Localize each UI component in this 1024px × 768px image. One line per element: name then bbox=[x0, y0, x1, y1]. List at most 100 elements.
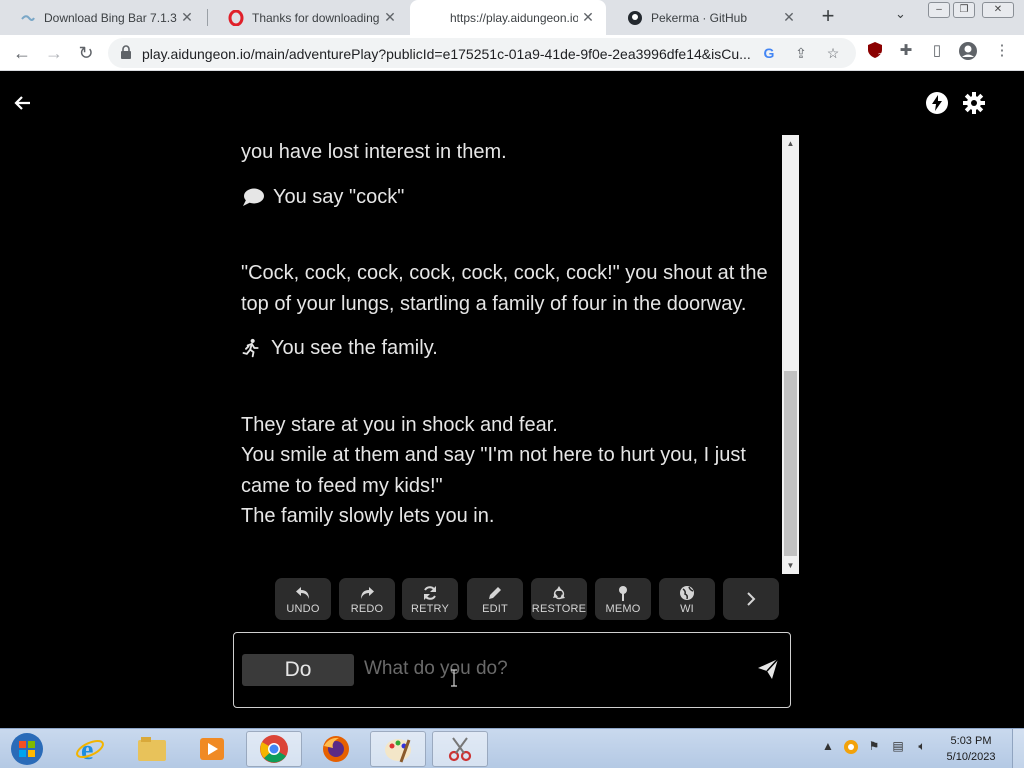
scrollbar-thumb[interactable] bbox=[784, 371, 797, 556]
settings-gear-icon[interactable] bbox=[962, 91, 986, 115]
running-person-icon bbox=[242, 339, 259, 358]
url-text: play.aidungeon.io/main/adventurePlay?pub… bbox=[142, 46, 751, 62]
adventure-play-area: you have lost interest in them. You say … bbox=[0, 72, 1024, 728]
tab-favicon-empty bbox=[430, 10, 442, 26]
retry-label: RETRY bbox=[410, 603, 450, 615]
svg-text:e: e bbox=[81, 735, 93, 764]
share-icon[interactable]: ⇪ bbox=[792, 44, 810, 62]
undo-icon bbox=[296, 587, 309, 599]
story-text: The family slowly lets you in. bbox=[241, 505, 495, 527]
browser-tab-strip: Download Bing Bar 7.1.36 ✕ Thanks for do… bbox=[0, 0, 1024, 35]
extensions-puzzle-icon[interactable]: ✚ bbox=[896, 41, 916, 61]
google-translate-icon[interactable]: G bbox=[760, 44, 778, 62]
taskbar-file-explorer[interactable] bbox=[124, 731, 180, 767]
do-action-line: You see the family. bbox=[241, 333, 781, 364]
folder-icon bbox=[138, 737, 166, 761]
pencil-icon bbox=[489, 587, 501, 599]
svg-text:3: 3 bbox=[878, 53, 882, 59]
lock-icon bbox=[121, 45, 131, 59]
tab-title: https://play.aidungeon.io bbox=[450, 10, 578, 25]
show-desktop-button[interactable] bbox=[1012, 729, 1024, 768]
input-mode-button[interactable]: Do bbox=[242, 654, 354, 686]
globe-icon bbox=[680, 586, 694, 600]
story-text: They stare at you in shock and fear. bbox=[241, 413, 558, 436]
profile-avatar-icon[interactable] bbox=[958, 41, 978, 61]
text-cursor-icon bbox=[451, 669, 457, 687]
back-arrow-icon[interactable] bbox=[12, 92, 34, 114]
pin-icon bbox=[619, 586, 627, 601]
new-tab-button[interactable]: + bbox=[815, 3, 841, 29]
scroll-down-arrow-icon[interactable]: ▼ bbox=[782, 557, 799, 574]
taskbar-media-player[interactable] bbox=[184, 731, 240, 767]
taskbar-internet-explorer[interactable]: e bbox=[62, 731, 118, 767]
browser-menu-icon[interactable]: ⋮ bbox=[992, 41, 1012, 61]
world-info-button[interactable]: WI bbox=[659, 578, 715, 620]
windows-taskbar: e ▲ ⚑ ▤ 🔈︎ 5:03 PM 5/10/2023 bbox=[0, 728, 1024, 768]
tab-thanks-downloading[interactable]: Thanks for downloading ✕ bbox=[208, 0, 408, 35]
more-actions-button[interactable] bbox=[723, 578, 779, 620]
tray-app-icon[interactable] bbox=[843, 739, 859, 755]
github-icon bbox=[627, 10, 643, 26]
tab-aidungeon[interactable]: https://play.aidungeon.io ✕ bbox=[410, 0, 606, 35]
redo-label: REDO bbox=[350, 603, 384, 615]
scroll-up-arrow-icon[interactable]: ▲ bbox=[782, 135, 799, 152]
bing-icon bbox=[20, 10, 36, 26]
redo-button[interactable]: REDO bbox=[339, 578, 395, 620]
address-bar[interactable]: play.aidungeon.io/main/adventurePlay?pub… bbox=[108, 38, 856, 68]
window-close-button[interactable]: ✕ bbox=[982, 2, 1014, 18]
side-panel-icon[interactable]: ▯ bbox=[927, 41, 947, 61]
start-button[interactable] bbox=[2, 731, 52, 767]
reload-button[interactable]: ↻ bbox=[74, 41, 98, 65]
restore-button[interactable]: RESTORE bbox=[531, 578, 587, 620]
redo-icon bbox=[361, 587, 374, 599]
clock-date: 5/10/2023 bbox=[946, 751, 996, 763]
story-text-area: you have lost interest in them. You say … bbox=[241, 135, 781, 572]
tray-expand-icon[interactable]: ▲ bbox=[820, 739, 836, 755]
speech-bubble-icon bbox=[243, 188, 264, 206]
story-scrollbar[interactable]: ▲ ▼ bbox=[782, 135, 799, 574]
back-button[interactable]: ← bbox=[10, 41, 34, 65]
clock-time: 5:03 PM bbox=[950, 735, 992, 747]
retry-button[interactable]: RETRY bbox=[402, 578, 458, 620]
close-icon[interactable]: ✕ bbox=[578, 9, 598, 26]
memo-button[interactable]: MEMO bbox=[595, 578, 651, 620]
edit-label: EDIT bbox=[482, 603, 508, 615]
taskbar-chrome[interactable] bbox=[246, 731, 302, 767]
volume-icon[interactable]: 🔈︎ bbox=[914, 739, 930, 755]
ublock-extension-icon[interactable]: 3 bbox=[865, 41, 885, 61]
scissors-icon bbox=[448, 737, 472, 762]
recycle-icon bbox=[553, 586, 565, 600]
maximize-button[interactable]: ❐ bbox=[953, 2, 975, 18]
close-icon[interactable]: ✕ bbox=[779, 9, 799, 26]
paint-palette-icon bbox=[385, 739, 411, 763]
tab-github[interactable]: Pekerma · GitHub ✕ bbox=[607, 0, 807, 35]
tab-bing-bar[interactable]: Download Bing Bar 7.1.36 ✕ bbox=[0, 0, 205, 35]
forward-button[interactable]: → bbox=[42, 41, 66, 65]
action-input[interactable] bbox=[364, 649, 734, 689]
story-blank-line bbox=[241, 364, 781, 410]
tab-title: Pekerma · GitHub bbox=[651, 10, 748, 25]
send-icon[interactable] bbox=[756, 657, 780, 681]
tab-search-chevron-icon[interactable]: ⌄ bbox=[895, 6, 906, 22]
story-text: you have lost interest in them. bbox=[241, 141, 507, 163]
say-action-line: You say "cock" bbox=[241, 182, 781, 213]
taskbar-firefox[interactable] bbox=[308, 731, 364, 767]
taskbar-paint[interactable] bbox=[370, 731, 426, 767]
action-center-flag-icon[interactable]: ⚑ bbox=[866, 739, 882, 755]
firefox-icon bbox=[323, 736, 349, 762]
network-icon[interactable]: ▤ bbox=[890, 739, 906, 755]
close-icon[interactable]: ✕ bbox=[380, 9, 400, 26]
opera-icon bbox=[228, 9, 244, 26]
minimize-button[interactable]: – bbox=[928, 2, 950, 18]
undo-button[interactable]: UNDO bbox=[275, 578, 331, 620]
edit-button[interactable]: EDIT bbox=[467, 578, 523, 620]
action-text: You see the family. bbox=[271, 337, 438, 359]
close-icon[interactable]: ✕ bbox=[177, 9, 197, 26]
bookmark-star-icon[interactable]: ☆ bbox=[824, 44, 842, 62]
lightning-icon[interactable] bbox=[925, 91, 949, 115]
story-blank-line bbox=[241, 212, 781, 258]
action-input-box: Do bbox=[233, 632, 791, 708]
tab-title: Thanks for downloading bbox=[252, 10, 380, 25]
taskbar-snipping-tool[interactable] bbox=[432, 731, 488, 767]
system-clock[interactable]: 5:03 PM 5/10/2023 bbox=[940, 733, 1002, 765]
